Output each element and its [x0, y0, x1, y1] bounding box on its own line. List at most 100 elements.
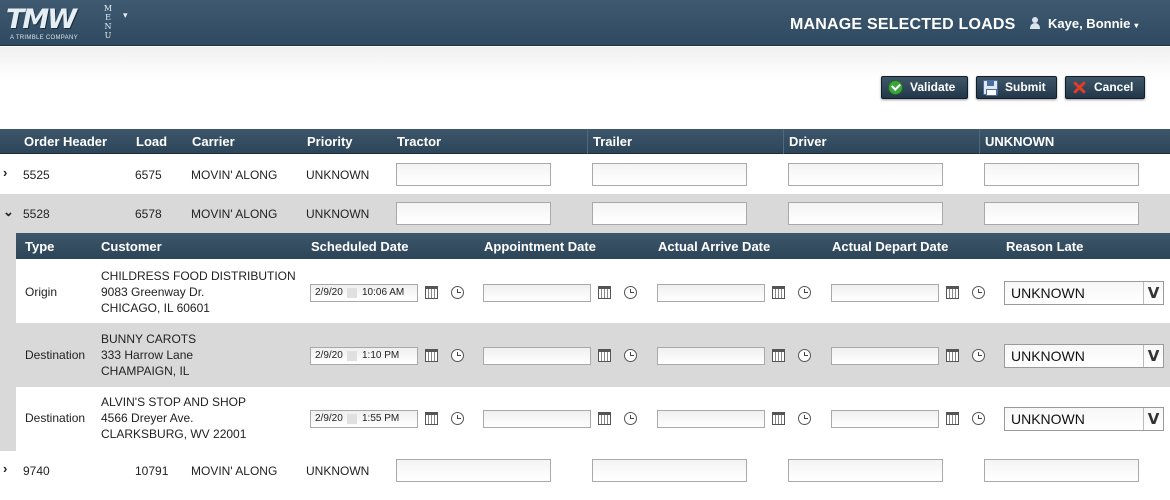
driver-input[interactable] [788, 163, 943, 186]
col-actual-depart-date[interactable]: Actual Depart Date [832, 239, 948, 254]
stop-type: Destination [25, 348, 86, 362]
dropdown-arrow-icon[interactable]: V [1143, 408, 1163, 430]
col-order-header[interactable]: Order Header [24, 134, 107, 149]
calendar-icon[interactable] [946, 286, 959, 299]
col-unknown[interactable]: UNKNOWN [985, 134, 1054, 149]
clock-icon[interactable] [451, 349, 464, 362]
cancel-button[interactable]: Cancel [1065, 76, 1145, 99]
scheduled-date-input[interactable]: 2/9/20 1:55 PM [310, 410, 418, 428]
table-row[interactable]: › 5525 6575 MOVIN' ALONG UNKNOWN [0, 155, 1170, 194]
date-mask [347, 351, 357, 361]
table-row[interactable]: ⌄ 5528 6578 MOVIN' ALONG UNKNOWN [0, 194, 1170, 233]
col-carrier[interactable]: Carrier [192, 134, 235, 149]
scheduled-date-input[interactable]: 2/9/20 1:10 PM [310, 347, 418, 365]
chevron-right-icon[interactable]: › [3, 462, 13, 475]
clock-icon[interactable] [972, 349, 985, 362]
user-menu[interactable]: Kaye, Bonnie ▾ [1030, 16, 1138, 31]
col-tractor[interactable]: Tractor [397, 134, 441, 149]
menu-letter: M [103, 4, 113, 13]
col-priority[interactable]: Priority [307, 134, 353, 149]
calendar-icon[interactable] [946, 412, 959, 425]
calendar-icon[interactable] [598, 349, 611, 362]
calendar-icon[interactable] [425, 349, 438, 362]
order-header-cell: 5528 [23, 207, 50, 221]
tractor-input[interactable] [396, 163, 551, 186]
user-name: Kaye, Bonnie [1048, 16, 1131, 31]
appointment-date-input[interactable] [483, 347, 591, 365]
reason-late-select[interactable]: UNKNOWN V [1004, 407, 1164, 431]
save-disk-icon [983, 80, 998, 96]
clock-icon[interactable] [624, 286, 637, 299]
chevron-right-icon[interactable]: › [3, 166, 13, 179]
tractor-input[interactable] [396, 459, 551, 482]
clock-icon[interactable] [798, 412, 811, 425]
col-reason-late[interactable]: Reason Late [1006, 239, 1083, 254]
calendar-icon[interactable] [425, 286, 438, 299]
customer-line: 4566 Dreyer Ave. [101, 411, 194, 425]
col-load[interactable]: Load [136, 134, 167, 149]
col-appointment-date[interactable]: Appointment Date [484, 239, 596, 254]
calendar-icon[interactable] [946, 349, 959, 362]
col-customer[interactable]: Customer [101, 239, 162, 254]
reason-late-select[interactable]: UNKNOWN V [1004, 281, 1164, 305]
date-mask [347, 288, 357, 298]
user-caret-icon: ▾ [1134, 21, 1139, 30]
dropdown-arrow-icon[interactable]: V [1143, 282, 1163, 304]
clock-icon[interactable] [798, 286, 811, 299]
calendar-icon[interactable] [772, 349, 785, 362]
app-header: TMW A TRIMBLE COMPANY MENU ▾ MANAGE SELE… [0, 0, 1170, 46]
actual-arrive-date-input[interactable] [657, 284, 765, 302]
scheduled-date-input[interactable]: 2/9/20 10:06 AM [310, 284, 418, 302]
tractor-input[interactable] [396, 202, 551, 225]
chevron-down-icon[interactable]: ⌄ [3, 205, 14, 218]
trailer-input[interactable] [592, 459, 747, 482]
table-row[interactable]: › 9740 10791 MOVIN' ALONG UNKNOWN [0, 451, 1170, 490]
actual-depart-date-input[interactable] [831, 284, 939, 302]
actual-arrive-date-input[interactable] [657, 347, 765, 365]
col-type[interactable]: Type [25, 239, 54, 254]
calendar-icon[interactable] [425, 412, 438, 425]
submit-button[interactable]: Submit [976, 76, 1057, 99]
clock-icon[interactable] [624, 412, 637, 425]
reason-late-select[interactable]: UNKNOWN V [1004, 344, 1164, 368]
driver-input[interactable] [788, 459, 943, 482]
col-trailer[interactable]: Trailer [593, 134, 632, 149]
unknown-input[interactable] [984, 202, 1139, 225]
clock-icon[interactable] [972, 286, 985, 299]
load-cell: 10791 [135, 464, 169, 478]
actual-depart-date-input[interactable] [831, 410, 939, 428]
menu-letter: N [104, 22, 112, 31]
tmw-logo[interactable]: TMW A TRIMBLE COMPANY [6, 5, 98, 41]
user-icon [1030, 17, 1040, 29]
trailer-input[interactable] [592, 202, 747, 225]
scheduled-time-value: 10:06 AM [362, 287, 405, 298]
appointment-date-input[interactable] [483, 410, 591, 428]
scheduled-time-value: 1:10 PM [362, 350, 400, 361]
clock-icon[interactable] [451, 286, 464, 299]
trailer-input[interactable] [592, 163, 747, 186]
calendar-icon[interactable] [772, 286, 785, 299]
appointment-date-input[interactable] [483, 284, 591, 302]
clock-icon[interactable] [798, 349, 811, 362]
col-actual-arrive-date[interactable]: Actual Arrive Date [658, 239, 770, 254]
menu-button[interactable]: MENU [103, 4, 113, 40]
clock-icon[interactable] [451, 412, 464, 425]
driver-input[interactable] [788, 202, 943, 225]
unknown-input[interactable] [984, 459, 1139, 482]
col-driver[interactable]: Driver [789, 134, 827, 149]
unknown-input[interactable] [984, 163, 1139, 186]
clock-icon[interactable] [624, 349, 637, 362]
calendar-icon[interactable] [772, 412, 785, 425]
clock-icon[interactable] [972, 412, 985, 425]
customer-line: CHAMPAIGN, IL [101, 364, 190, 378]
calendar-icon[interactable] [598, 412, 611, 425]
actual-arrive-date-input[interactable] [657, 410, 765, 428]
dropdown-arrow-icon[interactable]: V [1143, 345, 1163, 367]
calendar-icon[interactable] [598, 286, 611, 299]
actual-depart-date-input[interactable] [831, 347, 939, 365]
customer-address: BUNNY CAROTS 333 Harrow Lane CHAMPAIGN, IL [101, 331, 196, 379]
menu-caret-icon[interactable]: ▾ [123, 10, 128, 21]
col-scheduled-date[interactable]: Scheduled Date [311, 239, 409, 254]
validate-button[interactable]: Validate [881, 76, 968, 99]
menu-letter: E [105, 13, 111, 22]
